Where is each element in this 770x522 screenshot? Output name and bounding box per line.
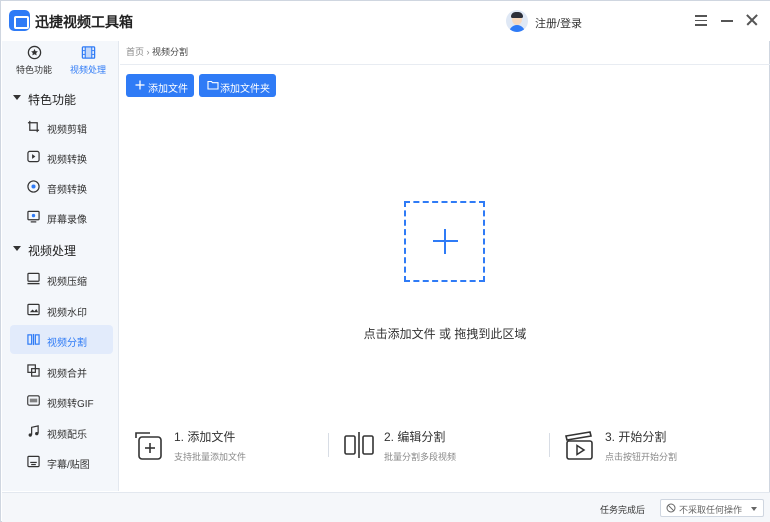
split-edit-icon bbox=[344, 432, 374, 458]
sidebar-top-tabs: 特色功能 视频处理 bbox=[2, 41, 119, 83]
dropzone-add-button[interactable] bbox=[404, 201, 485, 282]
sidebar-item-video-gif[interactable]: 视频转GIF bbox=[10, 386, 113, 415]
dropzone-hint: 点击添加文件 或 拖拽到此区域 bbox=[363, 327, 527, 341]
section-video-processing-title: 视频处理 bbox=[28, 244, 77, 258]
sidebar-item-label: 视频转换 bbox=[47, 155, 87, 166]
sidebar: 特色功能 视频处理 特色功能 视频剪辑 视频转换 音频转换 屏幕录像 视频处理 … bbox=[2, 41, 119, 491]
avatar[interactable] bbox=[506, 10, 528, 32]
gif-icon bbox=[27, 395, 40, 406]
chevron-down-icon bbox=[13, 95, 21, 100]
add-folder-label: 添加文件夹 bbox=[220, 84, 270, 95]
chevron-down-icon bbox=[751, 507, 757, 511]
step-title: 1. 添加文件 bbox=[174, 430, 236, 444]
minimize-icon[interactable] bbox=[718, 11, 736, 29]
add-file-label: 添加文件 bbox=[148, 84, 188, 95]
sidebar-item-label: 视频水印 bbox=[47, 308, 87, 319]
breadcrumb-separator: › bbox=[146, 47, 150, 57]
breadcrumb: 首页 › 视频分割 bbox=[126, 45, 188, 58]
sidebar-item-label: 视频压缩 bbox=[47, 277, 87, 288]
sidebar-item-video-music[interactable]: 视频配乐 bbox=[10, 417, 113, 446]
after-task-label: 任务完成后 bbox=[600, 505, 646, 515]
monitor-compress-icon bbox=[27, 272, 40, 285]
audio-convert-icon bbox=[27, 180, 40, 193]
app-title: 迅捷视频工具箱 bbox=[35, 14, 133, 30]
add-folder-button[interactable]: 添加文件夹 bbox=[199, 74, 276, 97]
login-link[interactable]: 注册/登录 bbox=[535, 15, 582, 31]
subtitle-icon bbox=[27, 455, 40, 468]
sidebar-item-video-convert[interactable]: 视频转换 bbox=[10, 142, 113, 171]
app-window: 迅捷视频工具箱 注册/登录 特色功能 视频处理 特色功能 视频剪辑 视频转换 音… bbox=[0, 0, 770, 522]
main-panel: 首页 › 视频分割 添加文件 添加文件夹 点击添加文件 或 拖拽到此区域 1. … bbox=[120, 41, 770, 491]
merge-icon bbox=[27, 364, 40, 377]
step-desc: 批量分割多段视频 bbox=[384, 452, 457, 462]
sidebar-item-video-merge[interactable]: 视频合并 bbox=[10, 356, 113, 385]
sidebar-item-video-edit[interactable]: 视频剪辑 bbox=[10, 112, 113, 141]
sidebar-item-label: 视频剪辑 bbox=[47, 125, 87, 136]
crop-icon bbox=[27, 120, 40, 133]
breadcrumb-current: 视频分割 bbox=[152, 47, 189, 57]
sidebar-item-screen-record[interactable]: 屏幕录像 bbox=[10, 202, 113, 231]
music-icon bbox=[28, 425, 39, 437]
app-logo-icon bbox=[9, 10, 30, 31]
star-icon bbox=[27, 45, 41, 60]
tab-featured[interactable]: 特色功能 bbox=[5, 43, 63, 79]
add-file-icon bbox=[135, 432, 162, 460]
tab-video-processing[interactable]: 视频处理 bbox=[59, 43, 117, 79]
divider bbox=[328, 433, 329, 457]
step-title: 3. 开始分割 bbox=[605, 430, 667, 444]
sidebar-item-label: 视频转GIF bbox=[47, 399, 94, 410]
step-desc: 支持批量添加文件 bbox=[174, 452, 247, 462]
title-bar: 迅捷视频工具箱 注册/登录 bbox=[1, 1, 770, 41]
section-featured[interactable]: 特色功能 bbox=[2, 86, 119, 110]
video-convert-icon bbox=[27, 150, 40, 163]
divider bbox=[120, 64, 770, 65]
clapper-icon bbox=[565, 431, 593, 460]
after-task-select-value: 不采取任何操作 bbox=[679, 505, 743, 515]
prohibited-icon bbox=[666, 503, 676, 513]
sidebar-item-label: 视频配乐 bbox=[47, 430, 87, 441]
close-icon[interactable] bbox=[743, 11, 761, 29]
sidebar-item-label: 视频分割 bbox=[47, 338, 87, 349]
divider bbox=[549, 433, 550, 457]
sidebar-item-label: 屏幕录像 bbox=[47, 215, 87, 226]
film-icon bbox=[81, 46, 95, 59]
add-file-button[interactable]: 添加文件 bbox=[126, 74, 194, 97]
tab-video-processing-label: 视频处理 bbox=[69, 65, 106, 75]
screen-record-icon bbox=[27, 210, 40, 223]
sidebar-item-video-compress[interactable]: 视频压缩 bbox=[10, 264, 113, 293]
sidebar-item-label: 音频转换 bbox=[47, 185, 87, 196]
sidebar-item-subtitle[interactable]: 字幕/贴图 bbox=[10, 447, 113, 476]
tab-featured-label: 特色功能 bbox=[15, 65, 52, 75]
section-featured-title: 特色功能 bbox=[28, 93, 77, 107]
chevron-down-icon bbox=[13, 246, 21, 251]
folder-icon bbox=[207, 80, 219, 90]
sidebar-item-audio-convert[interactable]: 音频转换 bbox=[10, 172, 113, 201]
sidebar-item-label: 视频合并 bbox=[47, 369, 87, 380]
sidebar-item-label: 字幕/贴图 bbox=[47, 460, 90, 471]
status-bar: 任务完成后 不采取任何操作 bbox=[2, 492, 770, 522]
watermark-icon bbox=[27, 303, 40, 316]
plus-icon bbox=[135, 80, 145, 90]
sidebar-item-video-split[interactable]: 视频分割 bbox=[10, 325, 113, 354]
section-video-processing[interactable]: 视频处理 bbox=[2, 237, 119, 261]
sidebar-item-video-watermark[interactable]: 视频水印 bbox=[10, 295, 113, 324]
menu-icon[interactable] bbox=[692, 11, 710, 29]
step-desc: 点击按钮开始分割 bbox=[605, 452, 678, 462]
split-icon bbox=[27, 333, 40, 346]
after-task-select[interactable]: 不采取任何操作 bbox=[660, 499, 764, 517]
step-title: 2. 编辑分割 bbox=[384, 430, 446, 444]
breadcrumb-home[interactable]: 首页 bbox=[126, 47, 144, 57]
